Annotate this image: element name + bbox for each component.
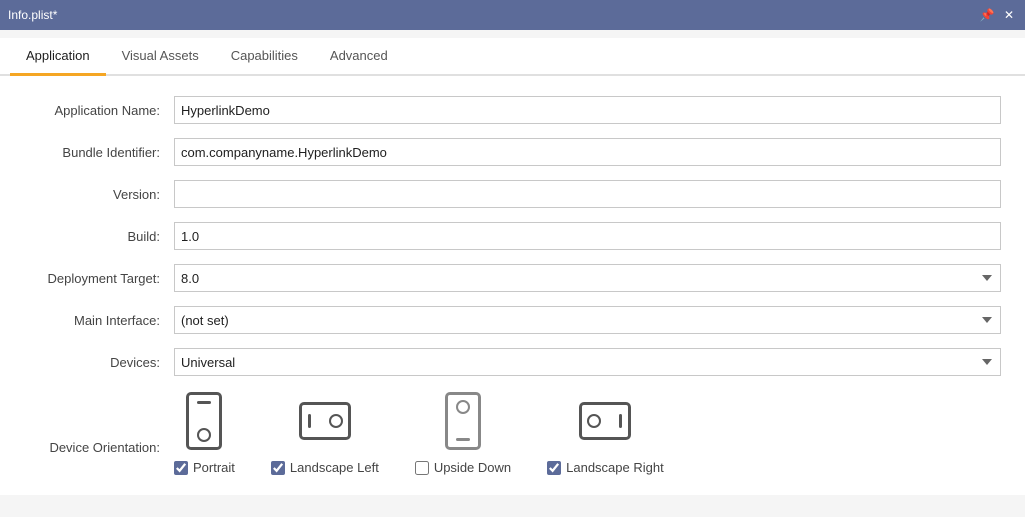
landscape-right-label: Landscape Right xyxy=(566,460,664,475)
close-button[interactable]: ✕ xyxy=(1001,7,1017,23)
upside-down-phone-icon xyxy=(445,392,481,450)
upside-down-check-row: Upside Down xyxy=(415,460,511,475)
version-label: Version: xyxy=(24,187,174,202)
device-orientation-row: Device Orientation: Portrait La xyxy=(24,390,1001,475)
build-label: Build: xyxy=(24,229,174,244)
upside-down-icon xyxy=(437,390,489,452)
bundle-id-row: Bundle Identifier: xyxy=(24,138,1001,166)
landscape-right-checkbox[interactable] xyxy=(547,461,561,475)
tab-capabilities[interactable]: Capabilities xyxy=(215,38,314,76)
tab-visual-assets[interactable]: Visual Assets xyxy=(106,38,215,76)
version-input[interactable] xyxy=(174,180,1001,208)
app-name-input[interactable] xyxy=(174,96,1001,124)
version-row: Version: xyxy=(24,180,1001,208)
orientation-upside-down: Upside Down xyxy=(415,390,511,475)
main-interface-row: Main Interface: (not set) xyxy=(24,306,1001,334)
main-interface-label: Main Interface: xyxy=(24,313,174,328)
build-input[interactable] xyxy=(174,222,1001,250)
app-name-row: Application Name: xyxy=(24,96,1001,124)
portrait-check-row: Portrait xyxy=(174,460,235,475)
landscape-right-phone-icon xyxy=(579,402,631,440)
main-interface-select[interactable]: (not set) xyxy=(174,306,1001,334)
upside-down-checkbox[interactable] xyxy=(415,461,429,475)
deployment-row: Deployment Target: 8.0 7.0 6.0 xyxy=(24,264,1001,292)
portrait-label: Portrait xyxy=(193,460,235,475)
build-row: Build: xyxy=(24,222,1001,250)
title-bar: Info.plist* 📌 ✕ xyxy=(0,0,1025,30)
tab-application[interactable]: Application xyxy=(10,38,106,76)
devices-row: Devices: Universal iPhone iPad xyxy=(24,348,1001,376)
orientation-landscape-right: Landscape Right xyxy=(547,390,664,475)
portrait-checkbox[interactable] xyxy=(174,461,188,475)
file-title: Info.plist* xyxy=(8,8,973,22)
tab-bar: Application Visual Assets Capabilities A… xyxy=(0,38,1025,76)
deployment-label: Deployment Target: xyxy=(24,271,174,286)
deployment-select[interactable]: 8.0 7.0 6.0 xyxy=(174,264,1001,292)
orientation-items: Portrait Landscape Left xyxy=(174,390,664,475)
landscape-left-label: Landscape Left xyxy=(290,460,379,475)
landscape-left-check-row: Landscape Left xyxy=(271,460,379,475)
tab-advanced[interactable]: Advanced xyxy=(314,38,404,76)
app-name-label: Application Name: xyxy=(24,103,174,118)
bundle-id-label: Bundle Identifier: xyxy=(24,145,174,160)
landscape-left-checkbox[interactable] xyxy=(271,461,285,475)
landscape-right-check-row: Landscape Right xyxy=(547,460,664,475)
landscape-right-icon xyxy=(579,390,631,452)
bundle-id-input[interactable] xyxy=(174,138,1001,166)
portrait-phone-icon xyxy=(186,392,222,450)
upside-down-label: Upside Down xyxy=(434,460,511,475)
landscape-left-phone-icon xyxy=(299,402,351,440)
devices-label: Devices: xyxy=(24,355,174,370)
content-area: Application Name: Bundle Identifier: Ver… xyxy=(0,76,1025,495)
orientation-landscape-left: Landscape Left xyxy=(271,390,379,475)
pin-button[interactable]: 📌 xyxy=(979,7,995,23)
landscape-left-icon xyxy=(299,390,351,452)
devices-select[interactable]: Universal iPhone iPad xyxy=(174,348,1001,376)
device-orientation-label: Device Orientation: xyxy=(24,390,174,455)
orientation-portrait: Portrait xyxy=(174,390,235,475)
portrait-icon xyxy=(178,390,230,452)
